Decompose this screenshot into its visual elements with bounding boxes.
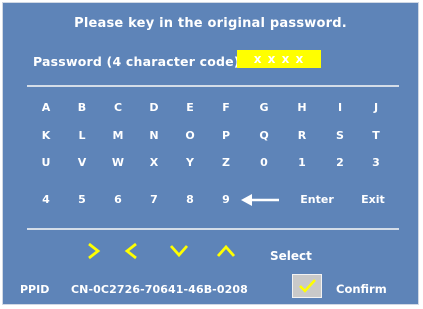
key-i[interactable]: I [323,99,357,117]
password-field[interactable]: x x x x [237,50,321,68]
key-j[interactable]: J [359,99,393,117]
key-c[interactable]: C [101,99,135,117]
key-5[interactable]: 5 [65,191,99,209]
key-g[interactable]: G [247,99,281,117]
key-1[interactable]: 1 [285,154,319,172]
chevron-down-icon [169,245,189,258]
enter-key[interactable]: Enter [295,191,339,209]
dialog-title: Please key in the original password. [74,16,347,31]
key-d[interactable]: D [137,99,171,117]
chevron-left-icon [124,242,137,260]
top-divider [27,85,399,87]
password-dialog: Please key in the original password. Pas… [2,2,419,305]
key-e[interactable]: E [173,99,207,117]
key-v[interactable]: V [65,154,99,172]
key-l[interactable]: L [65,127,99,145]
chevron-up-icon [216,244,236,257]
key-3[interactable]: 3 [359,154,393,172]
key-0[interactable]: 0 [247,154,281,172]
key-z[interactable]: Z [209,154,243,172]
backspace-arrow-icon[interactable] [241,192,281,208]
key-a[interactable]: A [29,99,63,117]
chevron-right-icon [88,242,101,260]
bottom-divider [27,228,399,230]
key-u[interactable]: U [29,154,63,172]
key-s[interactable]: S [323,127,357,145]
key-6[interactable]: 6 [101,191,135,209]
confirm-button[interactable] [292,274,322,298]
key-o[interactable]: O [173,127,207,145]
key-r[interactable]: R [285,127,319,145]
key-w[interactable]: W [101,154,135,172]
key-h[interactable]: H [285,99,319,117]
key-m[interactable]: M [101,127,135,145]
key-8[interactable]: 8 [173,191,207,209]
key-f[interactable]: F [209,99,243,117]
password-label: Password (4 character code): [33,54,245,69]
checkmark-icon [299,279,316,293]
key-2[interactable]: 2 [323,154,357,172]
key-9[interactable]: 9 [209,191,243,209]
key-q[interactable]: Q [247,127,281,145]
ppid-label: PPID [20,283,50,296]
key-k[interactable]: K [29,127,63,145]
key-y[interactable]: Y [173,154,207,172]
key-4[interactable]: 4 [29,191,63,209]
select-label: Select [270,249,312,263]
key-p[interactable]: P [209,127,243,145]
key-n[interactable]: N [137,127,171,145]
exit-key[interactable]: Exit [351,191,395,209]
confirm-label: Confirm [336,282,387,296]
key-7[interactable]: 7 [137,191,171,209]
key-x[interactable]: X [137,154,171,172]
key-b[interactable]: B [65,99,99,117]
key-t[interactable]: T [359,127,393,145]
ppid-value: CN-0C2726-70641-46B-0208 [71,283,248,296]
